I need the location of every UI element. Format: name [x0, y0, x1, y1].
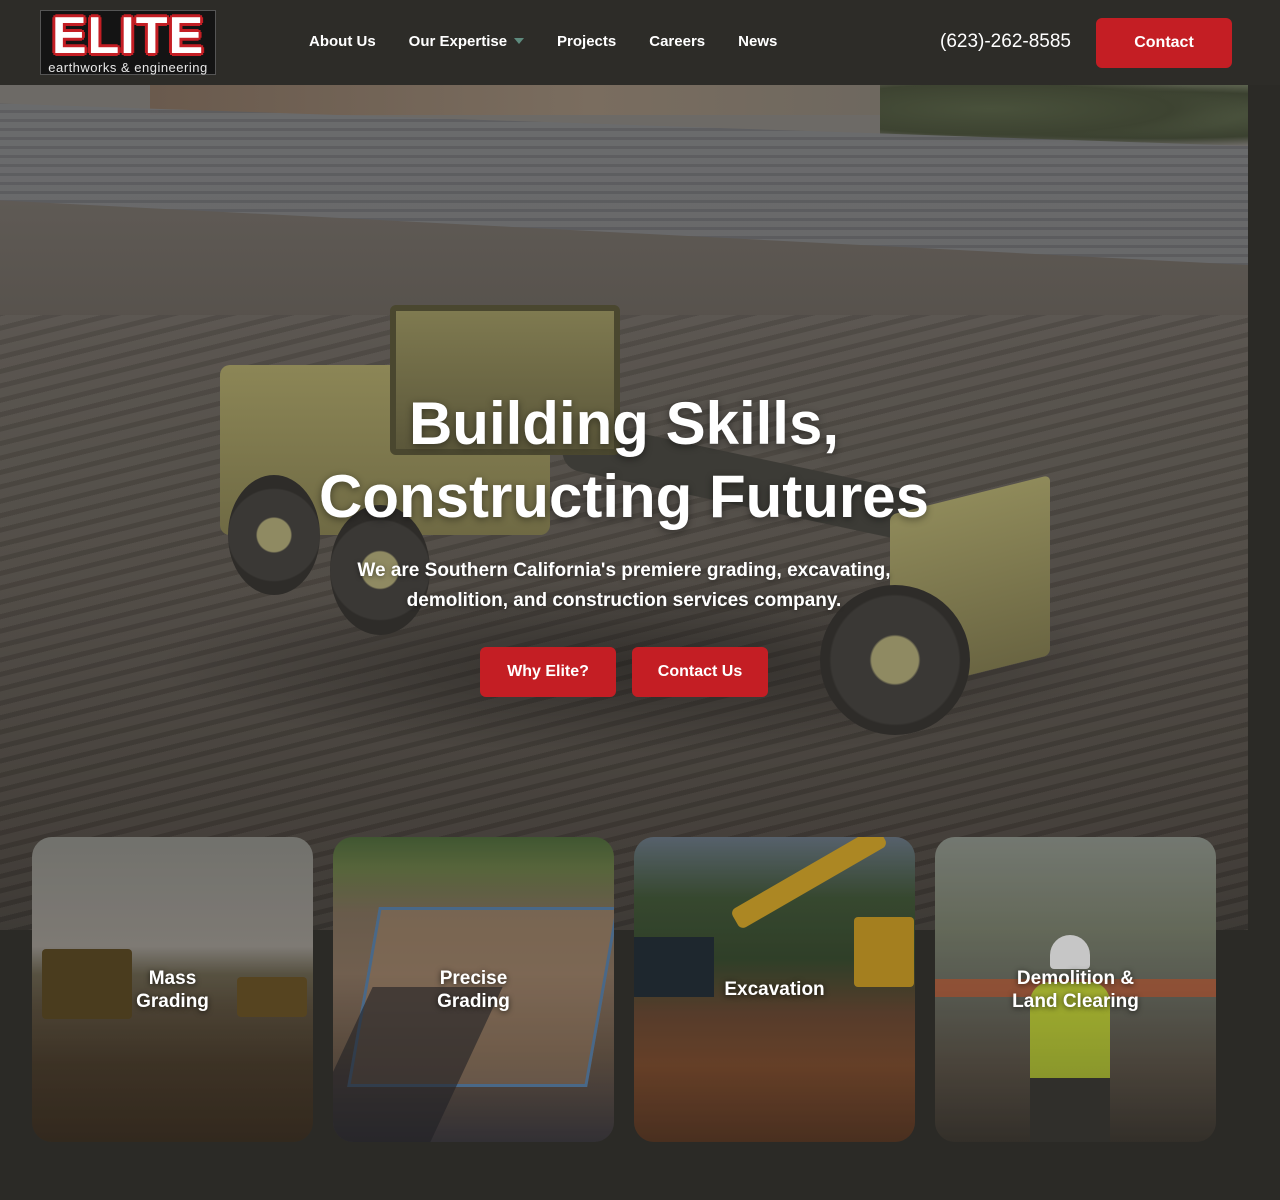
hero-subtitle-line: demolition, and construction services co… — [406, 590, 842, 611]
hero-title-line: Constructing Futures — [319, 463, 929, 530]
nav-label: About Us — [309, 33, 376, 50]
service-card-precise-grading[interactable]: Precise Grading — [333, 837, 614, 1142]
service-title-line: Land Clearing — [1012, 990, 1139, 1012]
service-title-line: Excavation — [724, 979, 825, 1000]
service-title-line: Demolition & — [1016, 967, 1135, 989]
hero-title-line: Building Skills, — [408, 390, 840, 457]
service-card-title: Precise Grading — [333, 837, 614, 1142]
nav-label: Our Expertise — [408, 33, 508, 50]
nav-label: Careers — [649, 33, 706, 50]
service-card-excavation[interactable]: Excavation — [634, 837, 915, 1142]
service-title-line: Mass — [148, 967, 197, 989]
nav-careers[interactable]: Careers — [649, 31, 705, 53]
hero-subtitle-line: We are Southern California's premiere gr… — [357, 560, 891, 581]
service-card-mass-grading[interactable]: Mass Grading — [32, 837, 313, 1142]
nav-label: Projects — [557, 33, 617, 50]
logo-tagline: earthworks & engineering — [48, 60, 208, 75]
logo-wordmark: ELITE — [51, 7, 205, 65]
nav-about-us[interactable]: About Us — [309, 31, 376, 53]
service-title-line: Precise — [439, 967, 508, 989]
contact-button[interactable]: Contact — [1096, 18, 1232, 68]
nav-projects[interactable]: Projects — [557, 31, 616, 53]
main-nav: About Us Our Expertise Projects Careers … — [309, 31, 810, 53]
elite-logo[interactable]: ELITE earthworks & engineering — [40, 10, 216, 75]
phone-number-link[interactable]: (623)-262-8585 — [940, 30, 1071, 54]
caret-down-icon — [514, 37, 525, 44]
site-header: ELITE earthworks & engineering About Us … — [0, 0, 1280, 85]
contact-us-button[interactable]: Contact Us — [632, 647, 768, 697]
service-title-line: Grading — [437, 990, 510, 1012]
why-elite-button[interactable]: Why Elite? — [480, 647, 616, 697]
service-card-title: Mass Grading — [32, 837, 313, 1142]
nav-our-expertise[interactable]: Our Expertise — [408, 31, 525, 53]
hero-subtitle: We are Southern California's premiere gr… — [0, 556, 1248, 616]
nav-label: News — [738, 33, 778, 50]
service-card-demolition[interactable]: Demolition & Land Clearing — [935, 837, 1216, 1142]
service-title-line: Grading — [136, 990, 209, 1012]
hero-title: Building Skills, Constructing Futures — [0, 387, 1248, 533]
service-card-title: Demolition & Land Clearing — [935, 837, 1216, 1142]
service-card-title: Excavation — [634, 837, 915, 1142]
nav-news[interactable]: News — [738, 31, 777, 53]
